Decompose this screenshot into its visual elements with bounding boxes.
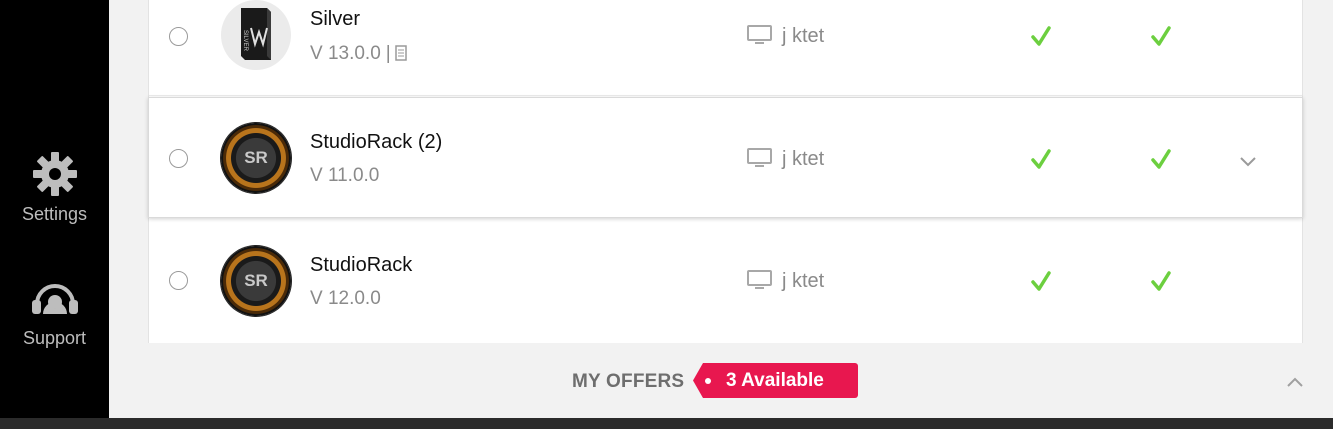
product-name: StudioRack (2) [310,131,443,153]
headset-icon [31,284,78,314]
product-version: V 13.0.0 | [310,43,407,65]
computer-icon [747,25,772,44]
machine-name: j ktet [782,270,825,292]
check-icon [1151,271,1171,291]
settings-label: Settings [21,204,88,224]
badge-dot-icon [705,378,711,384]
list-item[interactable]: SR StudioRack (2) V 11.0.0 j ktet [148,97,1303,218]
check-icon [1031,26,1051,46]
machine-name: j ktet [782,148,825,170]
check-icon [1151,26,1171,46]
machine-cell: j ktet [747,270,824,293]
studiorack-logo-text: SR [244,148,268,167]
list-item[interactable]: SILVER Silver V 13.0.0 | j ktet [149,0,1302,96]
machine-name: j ktet [782,25,825,47]
version-text: V 13.0.0 [310,43,381,64]
sidebar: Settings Support [0,0,109,418]
window-bottom-edge [0,418,1333,429]
product-version: V 12.0.0 [310,288,381,309]
product-name: Silver [310,8,361,30]
list-item[interactable]: SR StudioRack V 12.0.0 j ktet [149,220,1302,341]
chevron-down-icon[interactable] [1239,155,1257,167]
studiorack-logo-text: SR [244,271,268,290]
product-list: SILVER Silver V 13.0.0 | j ktet SR Studio… [148,0,1303,343]
my-offers-label[interactable]: MY OFFERS [572,371,684,393]
check-icon [1151,149,1171,169]
sidebar-item-settings[interactable]: Settings [0,150,109,225]
sidebar-item-support[interactable]: Support [0,280,109,349]
select-radio[interactable] [169,149,188,168]
scrollbar[interactable] [1327,0,1333,418]
check-icon [1031,271,1051,291]
select-radio[interactable] [169,27,188,46]
gear-icon [32,152,77,196]
version-separator: | [385,43,391,64]
machine-cell: j ktet [747,25,824,48]
computer-icon [747,148,772,167]
offers-badge-text: 3 Available [726,370,824,391]
product-thumbnail: SR [221,123,291,193]
release-notes-icon[interactable] [394,45,407,61]
chevron-up-icon[interactable] [1286,376,1304,388]
offers-bar[interactable]: MY OFFERS 3 Available [109,343,1333,418]
product-version: V 11.0.0 [310,165,380,186]
support-label: Support [22,328,87,348]
svg-text:SILVER: SILVER [242,30,248,52]
select-radio[interactable] [169,271,188,290]
product-name: StudioRack [310,254,413,276]
computer-icon [747,270,772,289]
main-panel: SILVER Silver V 13.0.0 | j ktet SR Studio… [109,0,1333,418]
offers-available-badge[interactable]: 3 Available [693,363,858,398]
product-thumbnail: SR [221,246,291,316]
silver-box-image: SILVER [241,8,271,60]
check-icon [1031,149,1051,169]
product-thumbnail: SILVER [221,0,291,70]
machine-cell: j ktet [747,148,824,171]
